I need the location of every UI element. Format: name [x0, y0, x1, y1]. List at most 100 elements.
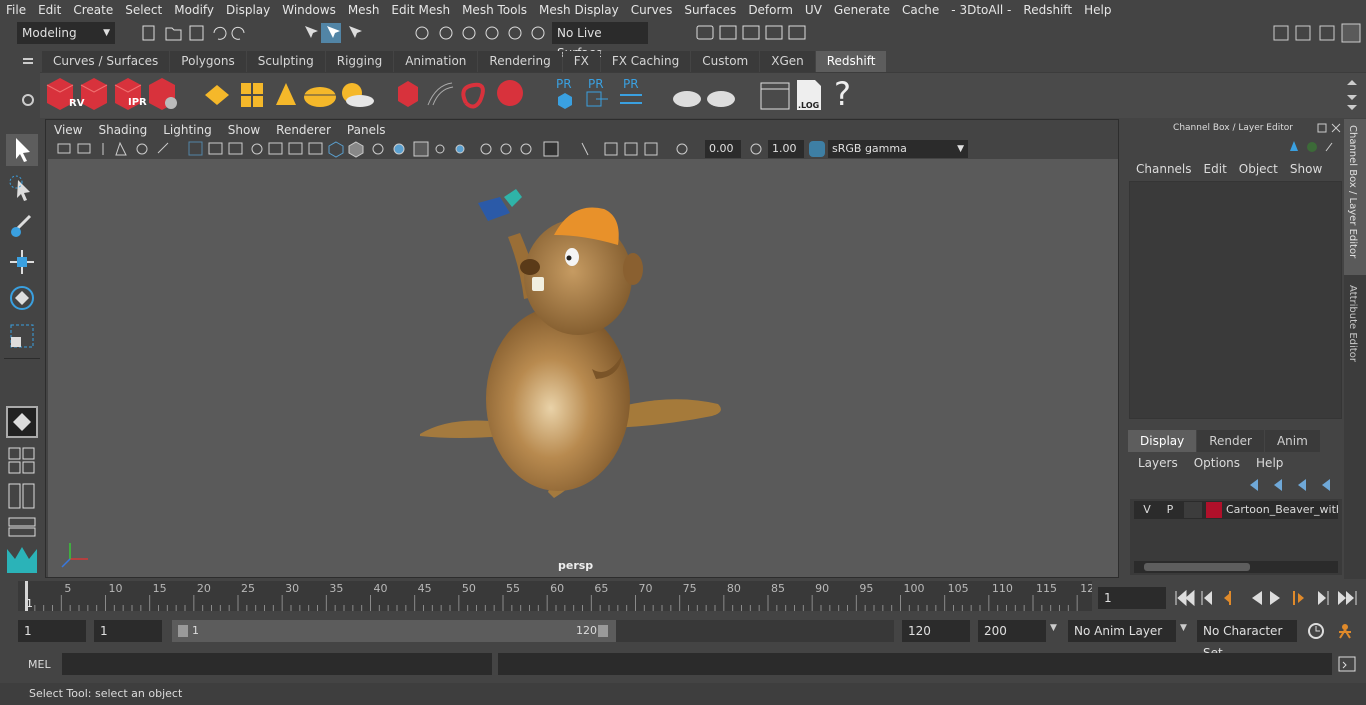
current-frame-field[interactable]: 1 [1098, 587, 1166, 609]
menu-file[interactable]: File [0, 3, 32, 17]
layer-menu-help[interactable]: Help [1248, 453, 1291, 473]
layer-menu-layers[interactable]: Layers [1130, 453, 1186, 473]
menu-edit-mesh[interactable]: Edit Mesh [385, 3, 456, 17]
layer-tab-render[interactable]: Render [1197, 430, 1264, 452]
range-slider-handle[interactable]: 1 120 [172, 620, 616, 642]
layer-type-toggle[interactable] [1184, 502, 1202, 518]
menu-help[interactable]: Help [1078, 3, 1117, 17]
four-view-layout-button[interactable] [7, 446, 37, 474]
menu-mesh-tools[interactable]: Mesh Tools [456, 3, 533, 17]
menu-redshift[interactable]: Redshift [1017, 3, 1078, 17]
file-toolbar-icons[interactable] [138, 24, 258, 42]
chevron-down-icon[interactable]: ▼ [1180, 623, 1187, 633]
shelf-tab-curves-surfaces[interactable]: Curves / Surfaces [42, 51, 170, 72]
channel-list[interactable] [1129, 181, 1342, 419]
layer-scroll-thumb[interactable] [1144, 563, 1250, 571]
shelf-scroll-arrows[interactable] [1346, 79, 1358, 113]
single-perspective-layout-button[interactable] [6, 406, 38, 438]
layer-color-swatch[interactable] [1206, 502, 1222, 518]
shelf-tab-rigging[interactable]: Rigging [325, 51, 394, 72]
live-surface-field[interactable]: No Live Surface [552, 22, 648, 60]
channel-box-tool-icons[interactable] [1286, 137, 1336, 157]
channel-box-menu-channels[interactable]: Channels [1130, 159, 1198, 179]
shelf-tab-fx-caching[interactable]: FX Caching [600, 51, 691, 72]
menu-uv[interactable]: UV [799, 3, 828, 17]
lasso-tool-button[interactable] [6, 172, 38, 204]
shelf-tab-animation[interactable]: Animation [394, 51, 478, 72]
layer-name[interactable]: Cartoon_Beaver_with_ [1226, 501, 1338, 519]
playback-start-field[interactable]: 1 [94, 620, 162, 642]
workspace-icons[interactable] [1272, 22, 1366, 44]
range-start-grip[interactable] [178, 625, 188, 637]
snap-icons[interactable] [412, 23, 550, 43]
command-input[interactable] [62, 653, 492, 675]
menu-mesh[interactable]: Mesh [342, 3, 386, 17]
animation-preferences-icon[interactable] [1335, 621, 1355, 641]
panel-window-controls[interactable] [1316, 122, 1344, 134]
help-label[interactable]: ? [834, 75, 851, 113]
select-tool-button[interactable] [6, 134, 38, 166]
layer-tool-icons[interactable] [1248, 475, 1340, 495]
menu-generate[interactable]: Generate [828, 3, 896, 17]
viewport-menu-show[interactable]: Show [220, 123, 268, 137]
layer-row[interactable]: V P Cartoon_Beaver_with_ [1134, 501, 1338, 519]
move-tool-button[interactable] [6, 246, 38, 278]
channel-box-menu-object[interactable]: Object [1233, 159, 1284, 179]
menu-curves[interactable]: Curves [625, 3, 679, 17]
menu-select[interactable]: Select [119, 3, 168, 17]
perspective-viewport[interactable]: persp [48, 159, 1118, 577]
auto-key-icon[interactable] [1306, 621, 1326, 641]
layer-playback-toggle[interactable]: P [1161, 501, 1179, 519]
shelf-tab-sculpting[interactable]: Sculpting [246, 51, 325, 72]
beaver-model[interactable] [48, 159, 1118, 577]
channel-box-menu-edit[interactable]: Edit [1198, 159, 1233, 179]
anim-layer-dropdown[interactable]: No Anim Layer [1068, 620, 1176, 642]
script-editor-icon[interactable] [1338, 655, 1356, 673]
colorspace-dropdown[interactable]: sRGB gamma ▼ [828, 140, 968, 158]
menu-edit[interactable]: Edit [32, 3, 67, 17]
menu-create[interactable]: Create [67, 3, 119, 17]
viewport-menu-panels[interactable]: Panels [339, 123, 394, 137]
menu-windows[interactable]: Windows [276, 3, 342, 17]
scale-tool-button[interactable] [6, 320, 38, 352]
rotate-tool-button[interactable] [6, 282, 38, 314]
layer-tab-anim[interactable]: Anim [1264, 430, 1320, 452]
shelf-tab-xgen[interactable]: XGen [760, 51, 815, 72]
playback-end-field[interactable]: 120 [902, 620, 970, 642]
shelf-tab-redshift[interactable]: Redshift [815, 51, 887, 72]
menu-cache[interactable]: Cache [896, 3, 945, 17]
menu-display[interactable]: Display [220, 3, 276, 17]
side-tab-attribute-editor[interactable]: Attribute Editor [1344, 279, 1366, 375]
render-icons[interactable] [694, 22, 814, 44]
viewport-toolbar-icons[interactable] [56, 139, 716, 159]
shelf-menu-icon[interactable] [22, 56, 34, 68]
channel-box-menu-show[interactable]: Show [1284, 159, 1328, 179]
playback-controls[interactable] [1174, 587, 1360, 609]
layer-visibility-toggle[interactable]: V [1138, 501, 1156, 519]
side-tab-channel-box[interactable]: Channel Box / Layer Editor [1344, 119, 1366, 275]
exposure-field[interactable]: 0.00 [705, 140, 741, 158]
selection-mode-icons[interactable] [297, 22, 367, 44]
color-management-icon[interactable] [809, 141, 825, 157]
redshift-shelf-icons[interactable] [40, 73, 860, 119]
shelf-tab-rendering[interactable]: Rendering [478, 51, 562, 72]
menu-deform[interactable]: Deform [742, 3, 799, 17]
shelf-settings-icon[interactable] [20, 92, 36, 108]
paint-select-tool-button[interactable] [6, 210, 38, 242]
scene-end-field[interactable]: 200 [978, 620, 1046, 642]
viewport-menu-shading[interactable]: Shading [90, 123, 155, 137]
menu-surfaces[interactable]: Surfaces [678, 3, 742, 17]
shelf-tab-custom[interactable]: Custom [691, 51, 760, 72]
two-view-layout-button[interactable] [7, 482, 37, 510]
viewport-menu-renderer[interactable]: Renderer [268, 123, 339, 137]
shelf-tab-fx[interactable]: FX [562, 51, 600, 72]
mode-dropdown[interactable]: Modeling ▼ [17, 22, 115, 44]
viewport-menu-lighting[interactable]: Lighting [155, 123, 220, 137]
outliner-layout-button[interactable] [7, 516, 37, 538]
scene-start-field[interactable]: 1 [18, 620, 86, 642]
chevron-down-icon[interactable]: ▼ [1050, 623, 1057, 633]
shelf-tab-polygons[interactable]: Polygons [170, 51, 246, 72]
menu-mesh-display[interactable]: Mesh Display [533, 3, 625, 17]
command-language-label[interactable]: MEL [28, 651, 51, 679]
gamma-field[interactable]: 1.00 [768, 140, 804, 158]
